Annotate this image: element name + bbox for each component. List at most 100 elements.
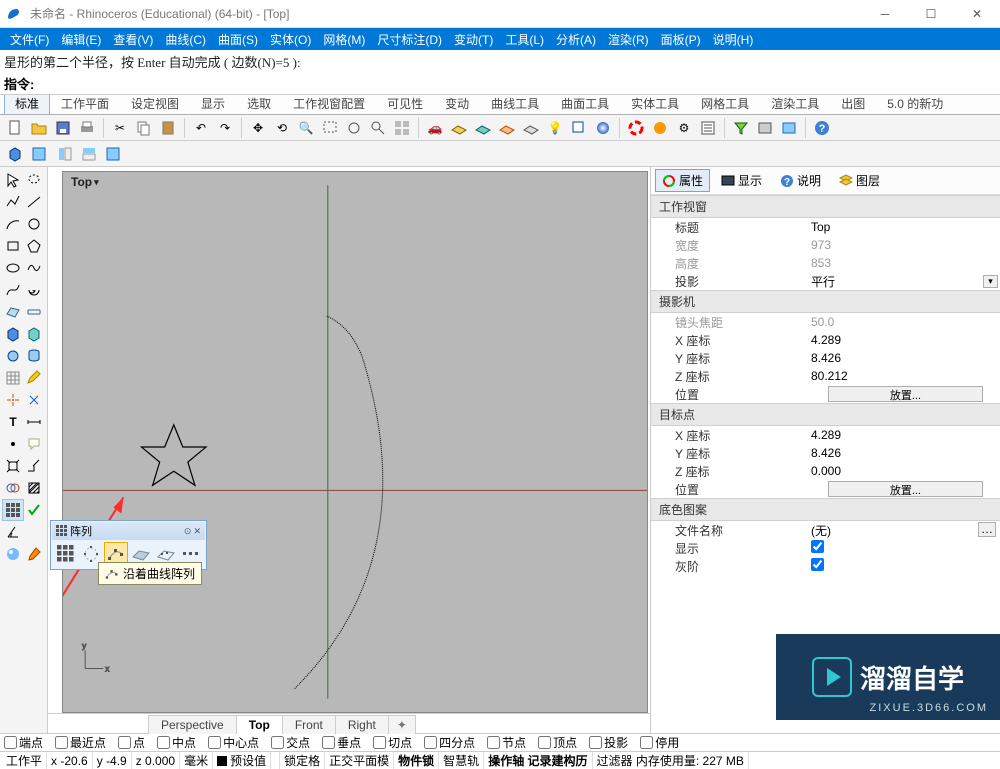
tab-渲染工具[interactable]: 渲染工具 <box>760 95 830 114</box>
menu-文件(F)[interactable]: 文件(F) <box>4 28 55 50</box>
point-tool[interactable] <box>2 433 24 455</box>
status-cell-0[interactable]: 工作平 <box>2 752 47 769</box>
tab-网格工具[interactable]: 网格工具 <box>690 95 760 114</box>
dim-tool[interactable] <box>24 411 46 433</box>
view-tab-front[interactable]: Front <box>282 715 336 734</box>
copy-icon[interactable] <box>133 117 155 139</box>
blank-tool[interactable] <box>24 521 46 543</box>
light-icon[interactable]: 💡 <box>544 117 566 139</box>
prop-文件名称[interactable]: 文件名称(无)… <box>651 521 1000 539</box>
cylinder-tool[interactable] <box>24 345 46 367</box>
tab-变动[interactable]: 变动 <box>434 95 480 114</box>
menu-网格(M)[interactable]: 网格(M) <box>317 28 371 50</box>
browse-button[interactable]: … <box>978 522 996 537</box>
status-cell-8[interactable]: 正交平面模 <box>325 752 394 769</box>
cplane2-icon[interactable] <box>496 117 518 139</box>
menu-变动(T)[interactable]: 变动(T) <box>448 28 499 50</box>
menu-尺寸标注(D)[interactable]: 尺寸标注(D) <box>371 28 448 50</box>
boolean-tool[interactable] <box>2 477 24 499</box>
new-icon[interactable] <box>4 117 26 139</box>
status-cell-7[interactable]: 锁定格 <box>280 752 325 769</box>
tab-标准[interactable]: 标准 <box>4 95 50 114</box>
polyline-tool[interactable] <box>2 191 24 213</box>
prop-位置[interactable]: 位置放置... <box>651 480 1000 498</box>
status-cell-10[interactable]: 智慧轨 <box>439 752 484 769</box>
status-cell-9[interactable]: 物件锁 <box>394 752 439 769</box>
osnap-节点[interactable]: 节点 <box>487 734 526 751</box>
show-icon[interactable] <box>778 117 800 139</box>
panel1-icon[interactable] <box>54 143 76 165</box>
place-button[interactable]: 放置... <box>828 386 983 402</box>
freeform-tool[interactable] <box>24 257 46 279</box>
box-icon[interactable] <box>4 143 26 165</box>
maximize-button[interactable]: ☐ <box>908 0 954 28</box>
status-cell-11[interactable]: 操作轴 记录建构历 <box>484 752 592 769</box>
lasso-tool[interactable] <box>24 169 46 191</box>
open-icon[interactable] <box>28 117 50 139</box>
scale-tool[interactable] <box>24 455 46 477</box>
menu-工具(L)[interactable]: 工具(L) <box>499 28 550 50</box>
tab-工作视窗配置[interactable]: 工作视窗配置 <box>282 95 376 114</box>
view-tab-top[interactable]: Top <box>236 715 283 734</box>
tab-出图[interactable]: 出图 <box>830 95 876 114</box>
flyout-close-icon[interactable]: ✕ <box>193 526 201 537</box>
menu-分析(A)[interactable]: 分析(A) <box>550 28 602 50</box>
help-icon[interactable]: ? <box>811 117 833 139</box>
prop-显示[interactable]: 显示 <box>651 539 1000 557</box>
tab-设定视图[interactable]: 设定视图 <box>120 95 190 114</box>
osnap-中心点[interactable]: 中心点 <box>208 734 259 751</box>
hatch-tool[interactable] <box>24 477 46 499</box>
material-icon[interactable] <box>649 117 671 139</box>
four-view-icon[interactable] <box>391 117 413 139</box>
right-tab-显示[interactable]: 显示 <box>714 169 769 192</box>
circle-tool[interactable] <box>24 213 46 235</box>
tab-工作平面[interactable]: 工作平面 <box>50 95 120 114</box>
prop-位置[interactable]: 位置放置... <box>651 385 1000 403</box>
rect-tool[interactable] <box>2 235 24 257</box>
view-tab-right[interactable]: Right <box>335 715 389 734</box>
explode-tool[interactable] <box>2 389 24 411</box>
anno-tool[interactable] <box>24 433 46 455</box>
zoom-extents-icon[interactable] <box>343 117 365 139</box>
arc-tool[interactable] <box>2 213 24 235</box>
viewport[interactable]: Top ▾ x y <box>62 171 648 713</box>
array-rect-icon[interactable] <box>54 542 78 566</box>
menu-面板(P)[interactable]: 面板(P) <box>655 28 707 50</box>
zoom-icon[interactable]: 🔍 <box>295 117 317 139</box>
cut-icon[interactable]: ✂ <box>109 117 131 139</box>
status-cell-4[interactable]: 毫米 <box>180 752 213 769</box>
zoom-window-icon[interactable] <box>319 117 341 139</box>
place-button[interactable]: 放置... <box>828 481 983 497</box>
arrow-tool[interactable] <box>2 169 24 191</box>
right-tab-图层[interactable]: 图层 <box>832 169 887 192</box>
shade-icon[interactable] <box>28 143 50 165</box>
options-icon[interactable]: ⚙ <box>673 117 695 139</box>
layer-icon[interactable] <box>568 117 590 139</box>
tab-曲面工具[interactable]: 曲面工具 <box>550 95 620 114</box>
paint-tool[interactable] <box>24 543 46 565</box>
print-icon[interactable] <box>76 117 98 139</box>
extrude-tool[interactable] <box>24 323 46 345</box>
osnap-垂点[interactable]: 垂点 <box>322 734 361 751</box>
loft-tool[interactable] <box>24 301 46 323</box>
zoom-selected-icon[interactable] <box>367 117 389 139</box>
status-cell-2[interactable]: y -4.9 <box>93 752 132 769</box>
spiral-tool[interactable] <box>24 279 46 301</box>
line-tool[interactable] <box>24 191 46 213</box>
ellipse-tool[interactable] <box>2 257 24 279</box>
tab-曲线工具[interactable]: 曲线工具 <box>480 95 550 114</box>
right-tab-属性[interactable]: 属性 <box>655 169 710 192</box>
render-icon[interactable] <box>592 117 614 139</box>
box-tool[interactable] <box>2 323 24 345</box>
angle-tool[interactable] <box>2 521 24 543</box>
check-tool[interactable] <box>24 499 46 521</box>
tab-可见性[interactable]: 可见性 <box>376 95 434 114</box>
polygon-tool[interactable] <box>24 235 46 257</box>
osnap-停用[interactable]: 停用 <box>640 734 679 751</box>
menu-渲染(R)[interactable]: 渲染(R) <box>602 28 655 50</box>
surface-tool[interactable] <box>2 301 24 323</box>
tab-实体工具[interactable]: 实体工具 <box>620 95 690 114</box>
cplane-icon[interactable] <box>448 117 470 139</box>
menu-实体(O)[interactable]: 实体(O) <box>264 28 317 50</box>
save-icon[interactable] <box>52 117 74 139</box>
